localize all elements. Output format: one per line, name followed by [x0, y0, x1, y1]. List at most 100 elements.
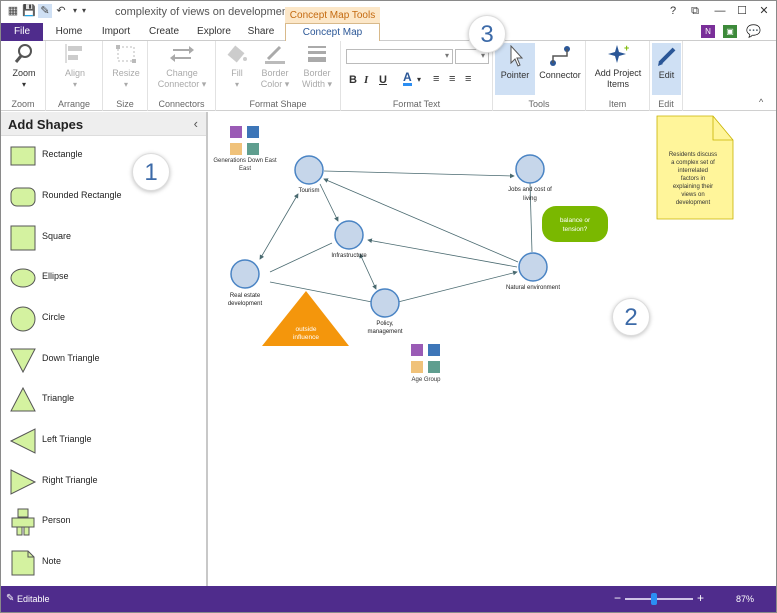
align-right-icon[interactable]: ≡ [465, 73, 471, 85]
align-center-icon[interactable]: ≡ [449, 73, 455, 85]
node-infrastructure[interactable] [334, 220, 364, 250]
shape-item-square[interactable]: Square [1, 218, 206, 258]
zoom-in-button[interactable]: + [697, 591, 704, 605]
shape-item-note[interactable]: Note [1, 543, 206, 583]
zoom-button[interactable]: Zoom ▾ [6, 43, 42, 90]
node-natural-environment[interactable] [518, 252, 548, 282]
triangle-icon [10, 386, 36, 412]
connector-line[interactable] [319, 183, 339, 222]
legend-generations[interactable]: Generations Down East East [213, 126, 277, 172]
left-triangle-icon [9, 428, 36, 454]
font-name-select[interactable]: ▾ [346, 49, 453, 64]
align-left-icon[interactable]: ≡ [433, 73, 439, 85]
node-policy[interactable] [370, 288, 400, 318]
connector-line[interactable] [359, 253, 377, 290]
connector-line[interactable] [367, 238, 518, 268]
zoom-slider-track[interactable] [625, 598, 693, 600]
connector-line[interactable] [259, 193, 299, 260]
title-bar: ▦ 💾 ✎ ↶ ▾ ▾ complexity of views on devel… [1, 1, 776, 24]
export-icon[interactable]: ▣ [723, 25, 737, 38]
shape-item-person[interactable]: Person [1, 502, 206, 542]
ribbon-tab-bar: File Home Import Create Explore Share Co… [1, 23, 776, 42]
connector-line[interactable] [397, 270, 518, 303]
group-zoom: Zoom ▾ Zoom [1, 41, 46, 111]
connector-line[interactable] [529, 182, 533, 253]
tab-home[interactable]: Home [49, 23, 89, 41]
border-color-button[interactable]: Border Color ▾ [256, 43, 294, 90]
connector-line[interactable] [269, 281, 373, 303]
application-window: ▦ 💾 ✎ ↶ ▾ ▾ complexity of views on devel… [0, 0, 777, 613]
concept-map-canvas[interactable]: Generations Down East East Tourism Jobs … [208, 112, 776, 586]
outside-influence-shape[interactable]: outside influence [262, 291, 349, 346]
resize-icon [116, 45, 136, 63]
zoom-slider-thumb[interactable] [651, 593, 657, 605]
ribbon: Zoom ▾ Zoom Align ▾ Arrange Resize ▾ Size C… [1, 41, 776, 111]
add-project-items-button[interactable]: + Add Project Items [588, 43, 648, 90]
shape-label: Right Triangle [42, 475, 98, 485]
legend-age-group[interactable]: Age Group [411, 344, 441, 383]
shape-item-rectangle[interactable]: Rectangle [1, 136, 206, 176]
change-connector-button[interactable]: Change Connector ▾ [152, 43, 212, 90]
tab-create[interactable]: Create [143, 23, 185, 41]
italic-button[interactable]: I [364, 74, 368, 86]
note-line: development [676, 200, 711, 206]
shape-item-down-triangle[interactable]: Down Triangle [1, 340, 206, 380]
tab-explore[interactable]: Explore [191, 23, 237, 41]
zoom-out-button[interactable]: − [614, 591, 621, 605]
fill-button[interactable]: Fill ▾ [220, 43, 254, 90]
note-line: Residents discuss [669, 152, 717, 158]
tab-file[interactable]: File [1, 23, 43, 41]
edit-status-icon: ✎ [6, 593, 15, 604]
circle-icon [10, 306, 36, 332]
rounded-rectangle-icon [10, 187, 36, 207]
pointer-button[interactable]: Pointer [495, 43, 535, 95]
onenote-icon[interactable]: N [701, 25, 715, 38]
group-size-label: Size [116, 99, 134, 109]
shape-item-ellipse[interactable]: Ellipse [1, 258, 206, 298]
save-icon[interactable]: 💾 [22, 4, 36, 18]
border-width-button[interactable]: Border Width ▾ [298, 43, 336, 90]
callout-badge-1: 1 [132, 153, 170, 191]
add-project-items-label-2: Items [606, 79, 629, 89]
collapse-panel-icon[interactable]: ‹ [194, 116, 198, 131]
align-button[interactable]: Align ▾ [56, 43, 94, 90]
underline-button[interactable]: U [379, 74, 387, 86]
font-color-button[interactable]: A [403, 71, 412, 86]
border-width-label-1: Border [303, 68, 331, 78]
tab-concept-map[interactable]: Concept Map [285, 23, 380, 42]
close-button[interactable]: ✕ [756, 4, 772, 18]
node-jobs[interactable] [515, 154, 545, 184]
node-real-estate[interactable] [230, 259, 260, 289]
pencil-icon[interactable]: ✎ [38, 4, 52, 18]
help-button[interactable]: ? [665, 4, 681, 18]
customize-toolbar-icon[interactable]: ▾ [77, 4, 91, 18]
edit-button[interactable]: Edit [652, 43, 681, 95]
undo-icon[interactable]: ↶ [54, 4, 68, 18]
collapse-ribbon-icon[interactable]: ^ [759, 97, 763, 107]
connector-line[interactable] [269, 242, 333, 273]
shape-item-left-triangle[interactable]: Left Triangle [1, 421, 206, 461]
tab-import[interactable]: Import [95, 23, 137, 41]
connector-button[interactable]: Connector [537, 43, 583, 81]
shape-item-rounded-rectangle[interactable]: Rounded Rectangle [1, 177, 206, 217]
maximize-button[interactable]: ☐ [734, 4, 750, 18]
pointer-icon [510, 45, 524, 67]
shape-item-triangle[interactable]: Triangle [1, 380, 206, 420]
balance-tension-shape[interactable]: balance or tension? [542, 206, 608, 242]
node-label: Jobs and cost of [508, 187, 552, 193]
ellipse-icon [10, 268, 36, 288]
tab-share[interactable]: Share [241, 23, 281, 41]
border-color-label-2: Color ▾ [260, 79, 290, 89]
shape-item-right-triangle[interactable]: Right Triangle [1, 462, 206, 502]
minimize-button[interactable]: — [712, 4, 728, 18]
restore-icon[interactable]: ⧉ [687, 4, 703, 18]
node-tourism[interactable] [294, 155, 324, 185]
bold-button[interactable]: B [349, 74, 357, 86]
shape-item-circle[interactable]: Circle [1, 299, 206, 339]
connector-line[interactable] [323, 170, 515, 179]
font-color-dropdown-icon[interactable]: ▾ [417, 75, 421, 84]
description-note[interactable]: Residents discuss a complex set of inter… [656, 115, 734, 220]
note-icon [11, 550, 35, 576]
comment-icon[interactable]: 💬 [746, 24, 761, 38]
resize-button[interactable]: Resize ▾ [107, 43, 145, 90]
